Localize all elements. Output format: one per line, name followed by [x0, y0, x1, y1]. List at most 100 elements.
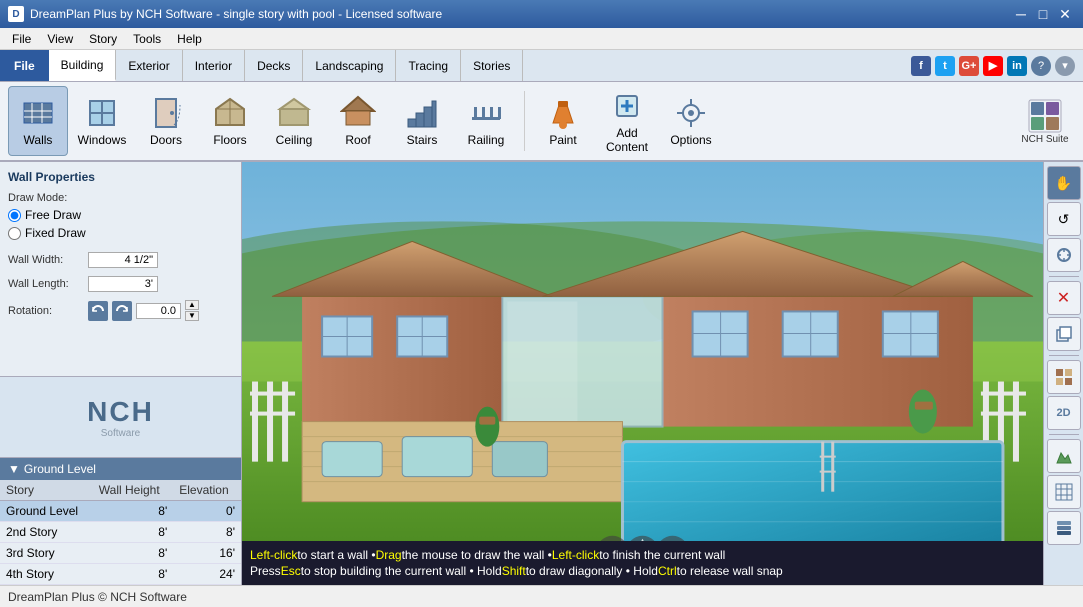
story-table-body: Ground Level 8' 0' 2nd Story 8' 8' 3rd S… — [0, 501, 241, 585]
bottom-bar: DreamPlan Plus © NCH Software — [0, 585, 1083, 607]
tab-bar: File Building Exterior Interior Decks La… — [0, 50, 1083, 82]
wall-width-input[interactable] — [88, 252, 158, 268]
railing-label: Railing — [468, 133, 505, 147]
rotation-up-button[interactable]: ▲ — [185, 300, 199, 310]
ground-level-header[interactable]: ▼ Ground Level — [0, 458, 241, 480]
settings-button[interactable]: ▾ — [1055, 56, 1075, 76]
elevation-cell: 8' — [173, 522, 241, 543]
floors-label: Floors — [213, 133, 246, 147]
terrain-button[interactable] — [1047, 439, 1081, 473]
rotation-input[interactable] — [136, 303, 181, 319]
tab-exterior[interactable]: Exterior — [116, 50, 182, 81]
tab-building[interactable]: Building — [49, 50, 117, 81]
tab-interior[interactable]: Interior — [183, 50, 245, 81]
status-line-2: Press Esc to stop building the current w… — [250, 564, 1035, 578]
ribbon-ceiling[interactable]: Ceiling — [264, 86, 324, 156]
ribbon-walls[interactable]: Walls — [8, 86, 68, 156]
draw-mode-label: Draw Mode: — [8, 192, 233, 204]
options-icon — [673, 95, 709, 131]
menu-story[interactable]: Story — [81, 30, 125, 48]
tab-tracing[interactable]: Tracing — [396, 50, 461, 81]
railing-icon — [468, 95, 504, 131]
2d-view-button[interactable]: 2D — [1047, 396, 1081, 430]
googleplus-icon[interactable]: G+ — [959, 56, 979, 76]
fixed-draw-radio[interactable] — [8, 227, 21, 240]
window-controls[interactable]: ─ □ ✕ — [1011, 4, 1075, 24]
tab-decks[interactable]: Decks — [245, 50, 303, 81]
ribbon-divider-1 — [524, 91, 525, 151]
rotate-left-button[interactable] — [88, 301, 108, 321]
menu-help[interactable]: Help — [169, 30, 210, 48]
rotation-controls: ▲ ▼ — [88, 300, 199, 321]
delete-button[interactable]: ✕ — [1047, 281, 1081, 315]
help-button[interactable]: ? — [1031, 56, 1051, 76]
menu-view[interactable]: View — [39, 30, 81, 48]
ribbon-paint[interactable]: Paint — [533, 86, 593, 156]
ribbon-windows[interactable]: Windows — [72, 86, 132, 156]
linkedin-icon[interactable]: in — [1007, 56, 1027, 76]
status-text-6: to release wall snap — [677, 564, 783, 578]
scene-svg — [242, 162, 1043, 541]
ribbon: Walls Windows Doors — [0, 82, 1083, 162]
youtube-icon[interactable]: ▶ — [983, 56, 1003, 76]
floors-icon — [212, 95, 248, 131]
windows-label: Windows — [78, 133, 127, 147]
status-shift: Shift — [502, 564, 526, 578]
rotation-down-button[interactable]: ▼ — [185, 311, 199, 321]
table-row[interactable]: 2nd Story 8' 8' — [0, 522, 241, 543]
add-content-icon — [609, 88, 645, 124]
tab-file[interactable]: File — [0, 50, 49, 81]
wall-height-cell: 8' — [93, 543, 173, 564]
status-line-1: Left-click to start a wall • Drag the mo… — [250, 548, 1035, 562]
ceiling-label: Ceiling — [276, 133, 313, 147]
rotate-right-button[interactable] — [112, 301, 132, 321]
ribbon-doors[interactable]: Doors — [136, 86, 196, 156]
free-draw-radio[interactable] — [8, 209, 21, 222]
rotation-spinner[interactable]: ▲ ▼ — [185, 300, 199, 321]
layers-button[interactable] — [1047, 511, 1081, 545]
ribbon-stairs[interactable]: Stairs — [392, 86, 452, 156]
story-name-cell: Ground Level — [0, 501, 93, 522]
ribbon-add-content[interactable]: Add Content — [597, 86, 657, 156]
ribbon-roof[interactable]: Roof — [328, 86, 388, 156]
copy-button[interactable] — [1047, 317, 1081, 351]
table-row[interactable]: 3rd Story 8' 16' — [0, 543, 241, 564]
ribbon-floors[interactable]: Floors — [200, 86, 260, 156]
wall-length-input[interactable] — [88, 276, 158, 292]
menu-tools[interactable]: Tools — [125, 30, 169, 48]
nch-logo-area: NCH Software — [0, 377, 241, 457]
material-button[interactable] — [1047, 360, 1081, 394]
menu-file[interactable]: File — [4, 30, 39, 48]
close-button[interactable]: ✕ — [1055, 4, 1075, 24]
nch-logo: NCH — [87, 396, 154, 428]
pan-tool-button[interactable] — [1047, 238, 1081, 272]
wall-width-label: Wall Width: — [8, 254, 88, 266]
ribbon-railing[interactable]: Railing — [456, 86, 516, 156]
col-story: Story — [0, 480, 93, 501]
elevation-cell: 24' — [173, 564, 241, 585]
story-name-cell: 2nd Story — [0, 522, 93, 543]
tab-landscaping[interactable]: Landscaping — [303, 50, 396, 81]
maximize-button[interactable]: □ — [1033, 4, 1053, 24]
table-row[interactable]: 4th Story 8' 24' — [0, 564, 241, 585]
elevation-cell: 16' — [173, 543, 241, 564]
orbit-tool-button[interactable]: ↺ — [1047, 202, 1081, 236]
ribbon-options[interactable]: Options — [661, 86, 721, 156]
roof-label: Roof — [345, 133, 370, 147]
fixed-draw-option[interactable]: Fixed Draw — [8, 226, 233, 240]
stairs-label: Stairs — [407, 133, 438, 147]
pointer-tool-button[interactable]: ✋ — [1047, 166, 1081, 200]
main-3d-view[interactable] — [242, 162, 1043, 541]
twitter-icon[interactable]: t — [935, 56, 955, 76]
wall-height-cell: 8' — [93, 564, 173, 585]
nch-suite-button[interactable]: NCH Suite — [1015, 86, 1075, 156]
table-row[interactable]: Ground Level 8' 0' — [0, 501, 241, 522]
free-draw-option[interactable]: Free Draw — [8, 208, 233, 222]
facebook-icon[interactable]: f — [911, 56, 931, 76]
status-press: Press — [250, 564, 281, 578]
minimize-button[interactable]: ─ — [1011, 4, 1031, 24]
toolbar-divider-1 — [1049, 276, 1079, 277]
wall-length-row: Wall Length: — [8, 276, 233, 292]
tab-stories[interactable]: Stories — [461, 50, 523, 81]
grid-button[interactable] — [1047, 475, 1081, 509]
